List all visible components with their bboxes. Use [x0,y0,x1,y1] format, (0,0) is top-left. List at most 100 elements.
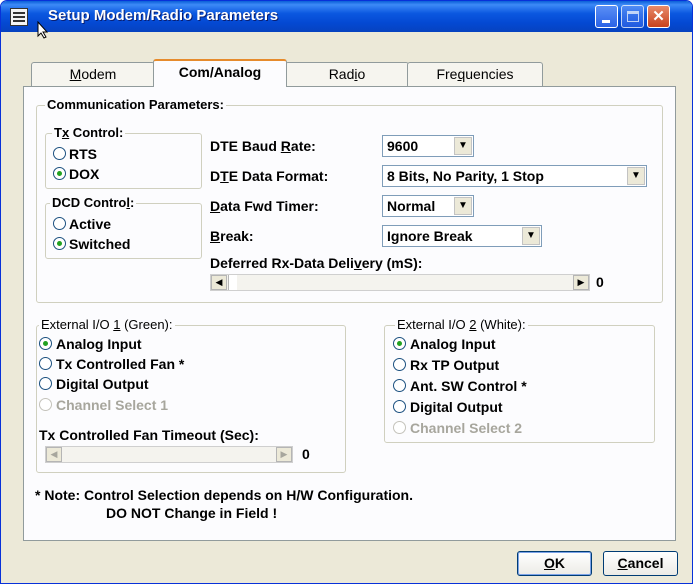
label-text: DCD Contro [52,195,127,210]
maximize-button [621,5,644,28]
hotkey: B [210,228,221,244]
select-value: 8 Bits, No Parity, 1 Stop [387,168,544,184]
tx-rts-radio[interactable] [53,147,66,160]
io1-analog-input-radio[interactable] [39,337,52,350]
tab-label: o [357,66,366,82]
fan-timeout-slider[interactable]: ◀ ▶ [45,446,293,463]
io2-rx-tp-output-radio[interactable] [393,358,406,371]
chevron-down-icon[interactable]: ▼ [627,167,645,185]
ok-button[interactable]: OK [517,551,592,576]
data-format-label: DTE Data Format: [210,168,328,184]
label-text: (White): [476,317,526,332]
dcd-active-radio[interactable] [53,217,66,230]
note-line-1: * Note: Control Selection depends on H/W… [35,487,413,503]
io1-digital-output-radio[interactable] [39,377,52,390]
maximize-icon [627,11,639,22]
io2-ant-sw-control-radio[interactable] [393,379,406,392]
label-text: ate: [290,138,316,154]
hotkey: O [543,555,555,571]
tx-dox-label: DOX [69,166,100,182]
label-text: ery (mS): [361,255,423,271]
group-label: Tx Control: [52,125,126,141]
tab-hotkey: g [252,64,262,80]
app-icon[interactable] [10,8,28,26]
deferred-delivery-label: Deferred Rx-Data Delivery (mS): [210,255,422,271]
scroll-right-icon[interactable]: ▶ [573,275,589,290]
dcd-active-label: Active [69,216,112,232]
chevron-down-icon[interactable]: ▼ [454,137,472,155]
fan-timeout-value: 0 [302,446,310,462]
tab-label: Rad [328,66,355,82]
close-icon: ✕ [652,8,665,25]
hotkey: C [617,555,628,571]
group-label: Communication Parameters: [45,97,226,113]
tab-label: Com/Analo [178,64,253,80]
minimize-icon [602,20,610,23]
baud-rate-select[interactable]: 9600 ▼ [382,135,474,157]
label-text: reak: [220,228,254,244]
io1-channel-select-label: Channel Select 1 [56,397,169,413]
dcd-switched-label: Switched [69,236,131,252]
button-label: ancel [627,555,664,571]
io1-tx-fan-radio[interactable] [39,357,52,370]
cancel-button[interactable]: Cancel [603,551,678,576]
scroll-right-icon[interactable]: ▶ [276,447,292,462]
fwd-timer-select[interactable]: Normal ▼ [382,195,474,217]
hotkey: D [210,198,221,214]
io1-analog-input-label: Analog Input [56,336,142,352]
deferred-delivery-slider[interactable]: ◀ ▶ [210,274,590,291]
radio-dot [397,341,402,346]
label-text: T [54,125,62,140]
note-line-2: DO NOT Change in Field ! [106,505,278,521]
io1-channel-select-radio [39,398,52,411]
io2-analog-input-radio[interactable] [393,337,406,350]
tab-radio[interactable]: Radio [285,62,409,86]
data-format-select[interactable]: 8 Bits, No Parity, 1 Stop ▼ [382,165,647,187]
scroll-thumb[interactable] [228,275,237,290]
label-text: Control: [69,125,124,140]
io1-tx-fan-label: Tx Controlled Fan * [56,356,185,372]
tab-frequencies[interactable]: Frequencies [407,62,543,86]
select-value: 9600 [387,138,419,154]
select-value: Normal [387,198,436,214]
close-button[interactable]: ✕ [647,5,670,28]
radio-dot [43,341,48,346]
label-text: DTE Baud [210,138,281,154]
label-text: D [210,168,221,184]
fwd-timer-label: Data Fwd Timer: [210,198,319,214]
radio-dot [57,241,62,246]
io2-ant-sw-control-label: Ant. SW Control * [410,378,527,394]
minimize-button[interactable] [595,5,618,28]
io2-rx-tp-output-label: Rx TP Output [410,357,500,373]
label-text: External I/O [41,317,114,332]
deferred-delivery-value: 0 [596,274,604,290]
io2-channel-select-label: Channel Select 2 [410,420,523,436]
hotkey: v [353,255,362,271]
label-text: External I/O [397,317,470,332]
baud-rate-label: DTE Baud Rate: [210,138,316,154]
tab-label: uencies [465,66,514,82]
hotkey: T [220,168,229,184]
label-text: Deferred Rx-Data Deli [210,255,354,271]
tab-label: Fre [436,66,458,82]
break-select[interactable]: Ignore Break ▼ [382,225,542,247]
group-label: External I/O 2 (White): [395,317,528,333]
io2-digital-output-radio[interactable] [393,400,406,413]
group-label: DCD Control: [50,195,137,211]
io1-digital-output-label: Digital Output [56,376,149,392]
io2-analog-input-label: Analog Input [410,336,496,352]
tab-modem[interactable]: Modem [31,62,155,86]
io2-channel-select-radio [393,421,406,434]
title-bar[interactable]: Setup Modem/Radio Parameters ✕ [1,1,692,39]
dcd-switched-radio[interactable] [53,237,66,250]
window-title: Setup Modem/Radio Parameters [48,7,279,24]
chevron-down-icon[interactable]: ▼ [454,197,472,215]
label-text: E Data Format: [228,168,329,184]
group-label: External I/O 1 (Green): [39,317,175,333]
scroll-left-icon[interactable]: ◀ [46,447,62,462]
chevron-down-icon[interactable]: ▼ [522,227,540,245]
radio-dot [57,171,62,176]
scroll-left-icon[interactable]: ◀ [211,275,227,290]
tab-com-analog[interactable]: Com/Analog [153,59,287,87]
tx-dox-radio[interactable] [53,167,66,180]
